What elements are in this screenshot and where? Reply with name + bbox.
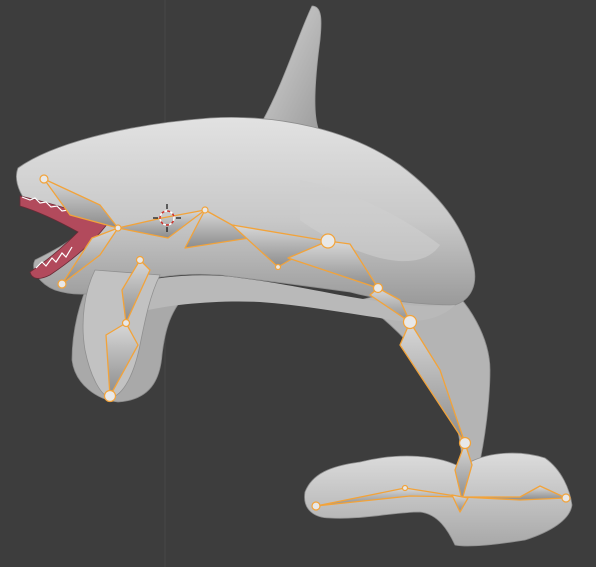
joint-spine-4[interactable]: [372, 282, 384, 294]
joint-tail[interactable]: [458, 436, 472, 450]
joint-spine-3[interactable]: [274, 263, 282, 271]
joint-head-tip[interactable]: [39, 174, 49, 184]
joint-fluke-left-mid[interactable]: [401, 484, 409, 492]
joint-flipper-tip[interactable]: [103, 389, 117, 403]
joint-spine-1[interactable]: [201, 206, 209, 214]
joint-flipper-root[interactable]: [135, 255, 145, 265]
viewport-canvas[interactable]: [0, 0, 596, 567]
joint-flipper-mid[interactable]: [121, 318, 131, 328]
joint-fluke-left-tip[interactable]: [311, 501, 321, 511]
joint-fluke-right-tip[interactable]: [561, 493, 571, 503]
joint-neck[interactable]: [114, 224, 122, 232]
joint-spine-5[interactable]: [402, 314, 418, 330]
joint-jaw-tip[interactable]: [57, 279, 67, 289]
joint-spine-2[interactable]: [320, 233, 336, 249]
3d-viewport[interactable]: [0, 0, 596, 567]
